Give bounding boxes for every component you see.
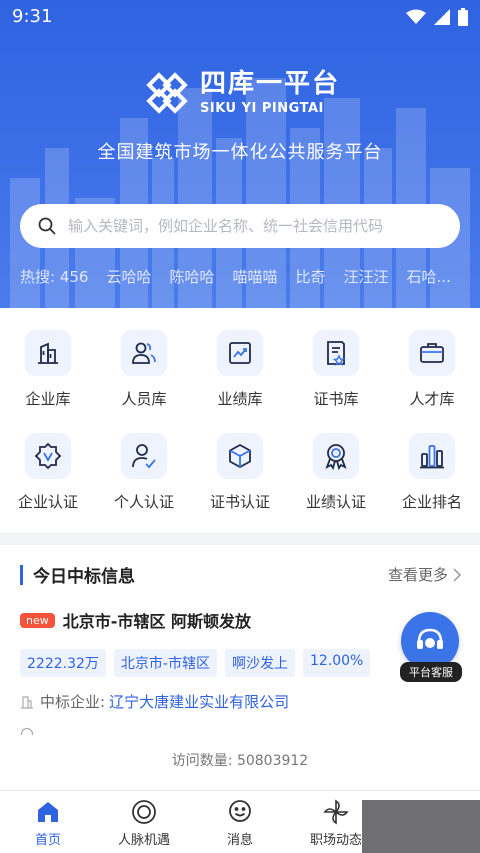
view-more-label: 查看更多 bbox=[387, 566, 448, 584]
bar-chart-icon bbox=[420, 445, 444, 469]
partially-hidden-row bbox=[20, 727, 120, 735]
circle-target-icon bbox=[132, 800, 156, 824]
home-icon bbox=[38, 802, 58, 822]
building-small-icon bbox=[21, 695, 33, 709]
tab-label: 消息 bbox=[226, 833, 253, 848]
category-performance-certification[interactable]: 业绩认证 bbox=[288, 433, 384, 512]
winner-label: 中标企业: bbox=[40, 693, 106, 711]
customer-service-button[interactable]: 平台客服 bbox=[398, 612, 464, 682]
award-icon bbox=[325, 444, 347, 470]
status-time: 9:31 bbox=[12, 6, 53, 27]
hot-search-item[interactable]: 喵喵喵 bbox=[232, 266, 277, 287]
category-personnel-library[interactable]: 人员库 bbox=[96, 330, 192, 409]
view-more-link[interactable]: 查看更多 bbox=[388, 564, 462, 585]
search-icon bbox=[38, 217, 56, 235]
tab-label: 人脉机遇 bbox=[117, 833, 170, 848]
headset-icon bbox=[417, 628, 443, 649]
category-label: 个人认证 bbox=[113, 493, 174, 511]
category-certificate-library[interactable]: 证书库 bbox=[288, 330, 384, 409]
category-label: 证书库 bbox=[313, 390, 359, 408]
type-tag: 啊沙发上 bbox=[224, 649, 295, 677]
wifi-icon bbox=[406, 9, 426, 24]
briefcase-icon bbox=[420, 343, 444, 363]
rate-tag: 12.00% bbox=[302, 649, 371, 677]
bid-tags: 2222.32万 北京市-市辖区 啊沙发上 12.00% bbox=[20, 649, 371, 677]
search-bar[interactable] bbox=[20, 204, 460, 248]
signal-icon bbox=[434, 9, 450, 25]
tagline: 全国建筑市场一体化公共服务平台 bbox=[97, 142, 383, 163]
winner-row: 中标企业: 辽宁大唐建业实业有限公司 bbox=[20, 691, 289, 712]
hot-search-item[interactable]: 石哈... bbox=[407, 266, 451, 287]
cube-icon bbox=[229, 443, 251, 469]
logo-subtitle: SIKU YI PINGTAI bbox=[200, 101, 324, 116]
battery-icon bbox=[458, 8, 468, 26]
category-label: 业绩库 bbox=[217, 390, 263, 408]
building-icon bbox=[38, 342, 58, 364]
category-label: 企业排名 bbox=[401, 493, 462, 511]
category-talent-library[interactable]: 人才库 bbox=[384, 330, 480, 409]
tab-label: 职场动态 bbox=[309, 833, 362, 848]
search-input[interactable] bbox=[68, 217, 428, 235]
clock-small-icon bbox=[20, 727, 34, 735]
category-performance-library[interactable]: 业绩库 bbox=[192, 330, 288, 409]
tab-connections[interactable]: 人脉机遇 bbox=[96, 799, 192, 848]
hot-search-row: 热搜: 456 云哈哈 陈哈哈 喵喵喵 比奇 汪汪汪 石哈... bbox=[20, 266, 480, 287]
category-label: 业绩认证 bbox=[305, 493, 366, 511]
chart-up-icon bbox=[229, 342, 251, 364]
category-certificate-certification[interactable]: 证书认证 bbox=[192, 433, 288, 512]
category-enterprise-certification[interactable]: 企业认证 bbox=[0, 433, 96, 512]
bid-item-title-row[interactable]: new 北京市-市辖区 阿斯顿发放 bbox=[20, 608, 251, 632]
person-check-icon bbox=[132, 444, 156, 469]
visit-count: 访问数量: 50803912 bbox=[171, 753, 309, 769]
status-bar: 9:31 bbox=[0, 0, 480, 34]
category-label: 企业认证 bbox=[17, 493, 78, 511]
header-banner: 9:31 四库一平台 SIKU YI PINGTAI 全国建筑市场一体化公共服务… bbox=[0, 0, 480, 308]
tab-messages[interactable]: 消息 bbox=[192, 799, 288, 848]
section-title: 今日中标信息 bbox=[33, 567, 135, 587]
tab-label: 首页 bbox=[34, 833, 61, 848]
overlay-thumbnail bbox=[362, 800, 480, 853]
pinwheel-icon bbox=[323, 799, 349, 825]
app-logo: 四库一平台 SIKU YI PINGTAI bbox=[144, 70, 340, 116]
bid-item-title: 北京市-市辖区 阿斯顿发放 bbox=[62, 612, 251, 631]
category-enterprise-library[interactable]: 企业库 bbox=[0, 330, 96, 409]
category-label: 人才库 bbox=[409, 390, 455, 408]
hot-search-item[interactable]: 云哈哈 bbox=[106, 266, 151, 287]
hot-search-item[interactable]: 汪汪汪 bbox=[344, 266, 389, 287]
hot-search-item[interactable]: 陈哈哈 bbox=[169, 266, 214, 287]
tab-home[interactable]: 首页 bbox=[0, 799, 96, 848]
category-enterprise-ranking[interactable]: 企业排名 bbox=[384, 433, 480, 512]
certificate-icon bbox=[327, 341, 346, 366]
amount-tag: 2222.32万 bbox=[20, 649, 106, 677]
region-tag: 北京市-市辖区 bbox=[113, 649, 217, 677]
chevron-right-icon bbox=[453, 567, 462, 582]
smile-chat-icon bbox=[229, 800, 251, 822]
winner-company[interactable]: 辽宁大唐建业实业有限公司 bbox=[109, 691, 289, 712]
logo-mark-icon bbox=[146, 72, 188, 114]
category-label: 证书认证 bbox=[209, 493, 270, 511]
customer-service-label: 平台客服 bbox=[400, 662, 462, 682]
hot-search-item[interactable]: 比奇 bbox=[296, 266, 326, 287]
category-personal-certification[interactable]: 个人认证 bbox=[96, 433, 192, 512]
people-icon bbox=[132, 342, 156, 364]
new-badge: new bbox=[20, 612, 55, 628]
badge-v-icon bbox=[34, 442, 62, 470]
section-accent-bar bbox=[20, 564, 23, 585]
category-label: 人员库 bbox=[121, 390, 167, 408]
category-grid: 企业库 人员库 业绩库 证书库 人才库 企业认证 个人认证 证书认证 业绩认证 … bbox=[0, 308, 480, 533]
logo-title: 四库一平台 bbox=[200, 69, 341, 99]
hot-search-label: 热搜: 456 bbox=[20, 268, 89, 286]
category-label: 企业库 bbox=[25, 390, 71, 408]
